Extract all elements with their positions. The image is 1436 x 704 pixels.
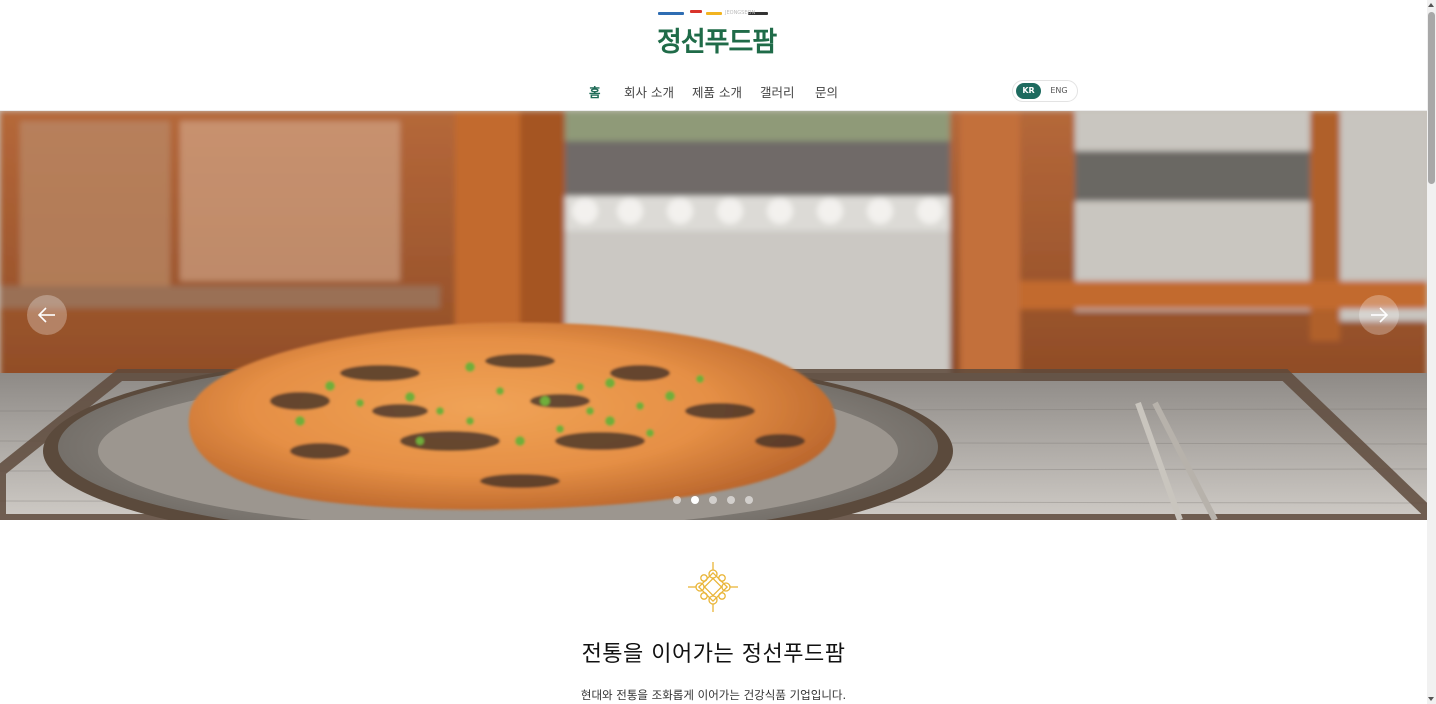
scroll-thumb[interactable] (1428, 12, 1435, 184)
intro-subtitle: 현대와 전통을 조화롭게 이어가는 건강식품 기업입니다. (580, 688, 847, 702)
logo[interactable]: JEONGSEON 정선푸드팜 (657, 10, 777, 58)
main-nav: 홈 회사 소개 제품 소개 갤러리 문의 KR ENG (0, 72, 1427, 111)
scroll-down-icon[interactable] (1428, 697, 1434, 701)
slider-dot-5[interactable] (745, 496, 753, 504)
language-switch: KR ENG (1012, 80, 1078, 102)
nav-item-contact[interactable]: 문의 (815, 82, 838, 101)
slider-prev-button[interactable] (27, 295, 67, 335)
nav-item-about[interactable]: 회사 소개 (624, 82, 674, 101)
header: JEONGSEON 정선푸드팜 (0, 0, 1427, 73)
logo-small-text: JEONGSEON (725, 10, 756, 16)
slider-dot-2[interactable] (691, 496, 699, 504)
hero-slider (0, 111, 1427, 520)
intro-title: 전통을 이어가는 정선푸드팜 (581, 642, 846, 667)
knot-ornament-icon (688, 562, 738, 612)
page-scrollbar[interactable] (1427, 0, 1436, 704)
lang-eng-button[interactable]: ENG (1045, 83, 1073, 99)
nav-item-gallery[interactable]: 갤러리 (760, 82, 795, 101)
slider-dot-1[interactable] (673, 496, 681, 504)
slider-dot-3[interactable] (709, 496, 717, 504)
arrow-left-icon (37, 307, 55, 323)
nav-item-products[interactable]: 제품 소개 (692, 82, 742, 101)
logo-text: 정선푸드팜 (657, 27, 777, 58)
slider-dot-4[interactable] (727, 496, 735, 504)
slider-next-button[interactable] (1359, 295, 1399, 335)
nav-item-home[interactable]: 홈 (589, 82, 601, 101)
arrow-right-icon (1371, 307, 1389, 323)
scroll-up-icon[interactable] (1428, 3, 1434, 7)
hero-image (0, 111, 1427, 520)
lang-kr-button[interactable]: KR (1016, 83, 1041, 99)
